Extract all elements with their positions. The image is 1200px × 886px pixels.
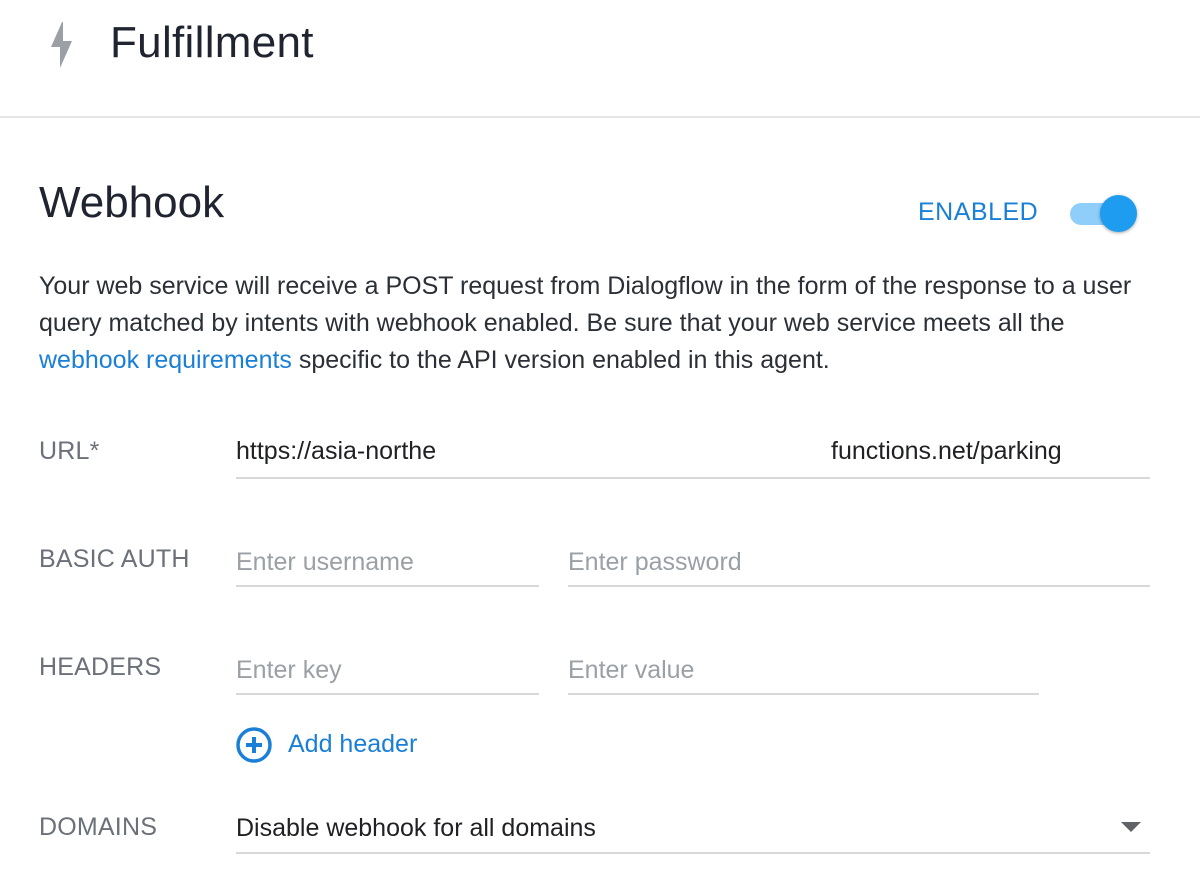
description-text-end: specific to the API version enabled in t… [291, 346, 830, 374]
chevron-down-icon[interactable] [1120, 820, 1142, 834]
webhook-requirements-link[interactable]: webhook requirements [39, 346, 292, 374]
bolt-icon [51, 22, 72, 68]
basic-auth-label: BASIC AUTH [39, 545, 190, 573]
header-value-field[interactable] [568, 648, 1039, 695]
url-label: URL* [39, 437, 100, 465]
url-value-start: https://asia-northe [236, 437, 437, 465]
headers-label: HEADERS [39, 653, 162, 681]
domains-selected-value: Disable webhook for all domains [236, 814, 596, 842]
header-value-input[interactable] [568, 648, 1039, 693]
username-field[interactable] [236, 540, 539, 587]
add-circle-icon [236, 727, 272, 763]
url-field[interactable]: https://asia-northe functions.net/parkin… [236, 430, 1150, 479]
toggle-knob [1100, 195, 1137, 232]
password-field[interactable] [568, 540, 1150, 587]
username-input[interactable] [236, 540, 539, 585]
webhook-description: Your web service will receive a POST req… [39, 268, 1169, 379]
webhook-title: Webhook [39, 178, 225, 227]
domains-label: DOMAINS [39, 813, 158, 841]
url-value-end: functions.net/parking [831, 437, 1062, 465]
webhook-toggle[interactable] [1068, 194, 1138, 234]
webhook-status-label: ENABLED [918, 198, 1039, 226]
page-title: Fulfillment [110, 18, 314, 67]
description-text: Your web service will receive a POST req… [39, 272, 1132, 337]
page-header: Fulfillment [0, 0, 1200, 118]
add-header-label: Add header [288, 730, 418, 758]
password-input[interactable] [568, 540, 1150, 585]
header-key-field[interactable] [236, 648, 539, 695]
header-key-input[interactable] [236, 648, 539, 693]
